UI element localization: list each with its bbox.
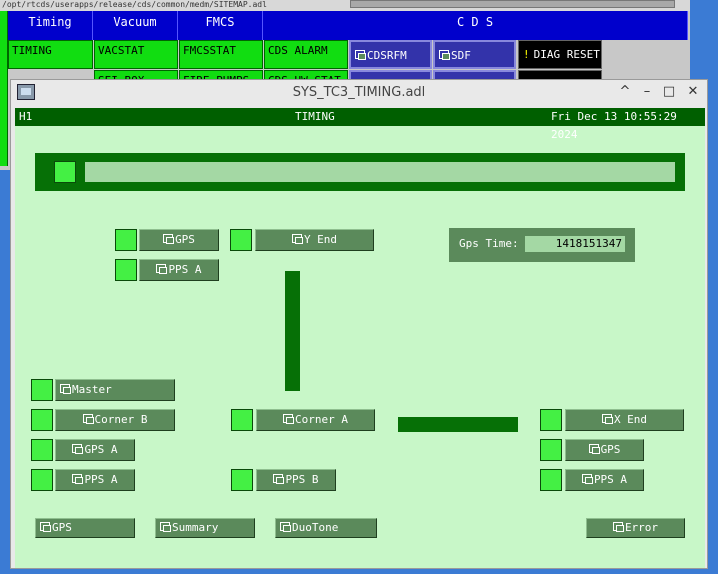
x-end-button-label: X End bbox=[613, 413, 648, 426]
corner-b-status-indicator bbox=[31, 409, 53, 431]
master-button-label: Master bbox=[72, 383, 112, 396]
corner-b-button-label: Corner B bbox=[94, 413, 148, 426]
related-display-icon bbox=[439, 50, 450, 60]
related-display-icon bbox=[156, 264, 168, 274]
related-display-icon bbox=[82, 414, 94, 424]
shade-window-icon[interactable]: ^ bbox=[617, 84, 633, 100]
master-button[interactable]: Master bbox=[55, 379, 175, 401]
pps-b-status-indicator bbox=[231, 469, 253, 491]
related-display-icon bbox=[588, 444, 600, 454]
corner-a-button-label: Corner A bbox=[295, 413, 348, 426]
y-end-status-indicator bbox=[230, 229, 252, 251]
overall-status-indicator bbox=[54, 161, 76, 183]
summary-label: Summary bbox=[172, 521, 219, 534]
timing-window: SYS_TC3_TIMING.adl ^ – □ ✕ H1 TIMING Fri… bbox=[10, 79, 708, 569]
minimize-window-icon[interactable]: – bbox=[639, 84, 655, 100]
diag-reset-label: DIAG RESET bbox=[533, 48, 600, 61]
screen-title: TIMING bbox=[295, 110, 335, 123]
pps-a-button-label: PPS A bbox=[168, 263, 202, 276]
x-end-status-indicator bbox=[540, 409, 562, 431]
y-end-button[interactable]: Y End bbox=[255, 229, 374, 251]
screen-header: H1 TIMING Fri Dec 13 10:55:29 2024 bbox=[15, 108, 705, 141]
gps-a-button-label: GPS A bbox=[84, 443, 118, 456]
sitemap-cdsrfm-button[interactable]: CDSRFM bbox=[349, 40, 432, 69]
gps-right-button-label: GPS bbox=[600, 443, 621, 456]
gps-button-label: GPS bbox=[175, 233, 195, 246]
bottom-gps-button[interactable]: GPS bbox=[35, 518, 135, 538]
error-button[interactable]: Error bbox=[586, 518, 685, 538]
related-display-icon bbox=[283, 414, 294, 424]
close-window-icon[interactable]: ✕ bbox=[685, 84, 701, 100]
date-time: Fri Dec 13 10:55:29 2024 bbox=[551, 110, 677, 141]
gps-time-label: Gps Time: bbox=[459, 237, 519, 250]
related-display-icon bbox=[160, 522, 171, 532]
gps-right-button[interactable]: GPS bbox=[565, 439, 644, 461]
related-display-icon bbox=[355, 50, 366, 60]
related-display-icon bbox=[280, 522, 291, 532]
sitemap-fmcsstat-button[interactable]: FMCSSTAT bbox=[179, 40, 263, 69]
pps-a-right-button[interactable]: PPS A bbox=[565, 469, 644, 491]
related-display-icon bbox=[612, 522, 624, 532]
related-display-icon bbox=[60, 384, 71, 394]
pps-a-left-button-label: PPS A bbox=[84, 473, 118, 486]
related-display-icon bbox=[291, 234, 303, 244]
gps-button[interactable]: GPS bbox=[139, 229, 219, 251]
sdf-label: SDF bbox=[451, 49, 471, 62]
pps-a-left-status-indicator bbox=[31, 469, 53, 491]
gps-a-button[interactable]: GPS A bbox=[55, 439, 135, 461]
sitemap-vacstat-button[interactable]: VACSTAT bbox=[94, 40, 178, 69]
related-display-icon bbox=[163, 234, 175, 244]
timing-link-horizontal bbox=[398, 417, 518, 432]
sitemap-timing-button[interactable]: TIMING bbox=[8, 40, 93, 69]
related-display-icon bbox=[601, 414, 613, 424]
sitemap-diag-reset-button[interactable]: ! DIAG RESET bbox=[518, 40, 602, 69]
pps-a-right-status-indicator bbox=[540, 469, 562, 491]
related-display-icon bbox=[72, 444, 84, 454]
ifo-label: H1 bbox=[19, 110, 33, 123]
corner-a-button[interactable]: Corner A bbox=[256, 409, 375, 431]
corner-a-status-indicator bbox=[231, 409, 253, 431]
gps-time-panel: Gps Time: 1418151347 bbox=[449, 228, 635, 262]
sitemap-cds-alarm-button[interactable]: CDS ALARM bbox=[264, 40, 348, 69]
header-timing: Timing bbox=[8, 11, 93, 40]
status-message-field bbox=[85, 162, 675, 182]
related-display-icon bbox=[40, 522, 51, 532]
pps-a-button[interactable]: PPS A bbox=[139, 259, 219, 281]
cdsrfm-label: CDSRFM bbox=[367, 49, 407, 62]
gps-a-status-indicator bbox=[31, 439, 53, 461]
gps-time-value: 1418151347 bbox=[525, 236, 625, 252]
timing-screen: H1 TIMING Fri Dec 13 10:55:29 2024 Gps T… bbox=[15, 108, 705, 568]
related-display-icon bbox=[72, 474, 84, 484]
master-status-indicator bbox=[31, 379, 53, 401]
pps-b-button-label: PPS B bbox=[285, 473, 319, 486]
timing-link-vertical bbox=[285, 271, 300, 391]
related-display-icon bbox=[273, 474, 285, 484]
duotone-label: DuoTone bbox=[292, 521, 339, 534]
related-display-icon bbox=[581, 474, 593, 484]
window-title: SYS_TC3_TIMING.adl bbox=[292, 85, 426, 100]
error-label: Error bbox=[624, 521, 659, 534]
exclamation-icon: ! bbox=[523, 48, 530, 61]
corner-b-button[interactable]: Corner B bbox=[55, 409, 175, 431]
summary-button[interactable]: Summary bbox=[155, 518, 255, 538]
x-end-button[interactable]: X End bbox=[565, 409, 684, 431]
gps-status-indicator bbox=[115, 229, 137, 251]
y-end-button-label: Y End bbox=[303, 233, 338, 246]
pps-a-status-indicator bbox=[115, 259, 137, 281]
bottom-gps-label: GPS bbox=[52, 521, 72, 534]
header-fmcs: FMCS bbox=[178, 11, 263, 40]
header-cds: C D S bbox=[263, 11, 688, 40]
pps-a-right-button-label: PPS A bbox=[593, 473, 628, 486]
maximize-window-icon[interactable]: □ bbox=[661, 84, 677, 100]
pps-a-left-button[interactable]: PPS A bbox=[55, 469, 135, 491]
header-vacuum: Vacuum bbox=[93, 11, 178, 40]
window-app-icon[interactable] bbox=[17, 84, 35, 100]
duotone-button[interactable]: DuoTone bbox=[275, 518, 377, 538]
sitemap-left-strip bbox=[0, 11, 8, 166]
gps-right-status-indicator bbox=[540, 439, 562, 461]
pps-b-button[interactable]: PPS B bbox=[256, 469, 336, 491]
sitemap-sdf-button[interactable]: SDF bbox=[433, 40, 516, 69]
sitemap-scroll-bar[interactable] bbox=[350, 0, 675, 8]
